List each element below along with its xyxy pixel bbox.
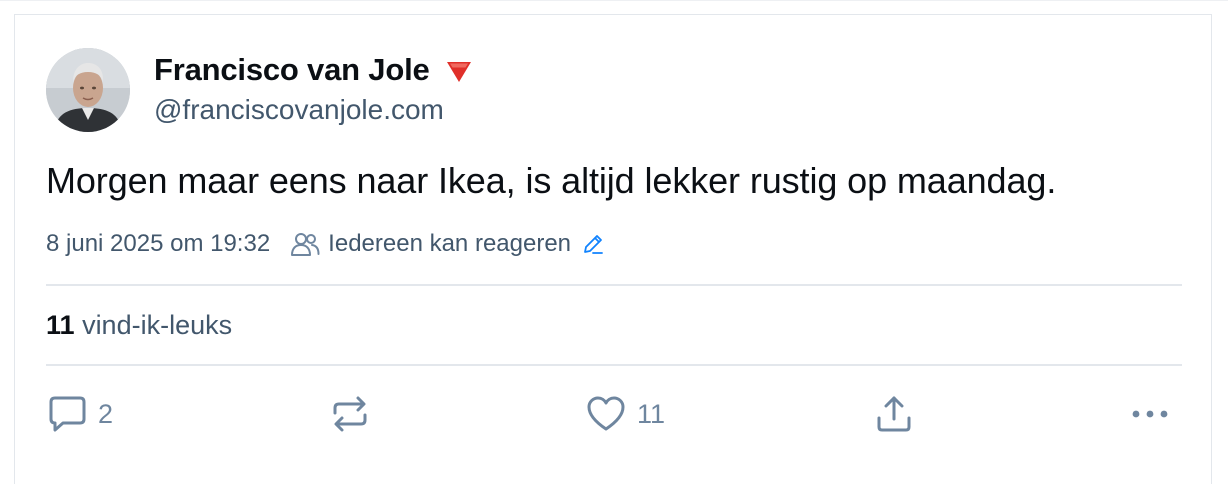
top-divider bbox=[0, 0, 1228, 1]
post-meta: 8 juni 2025 om 19:32 Iedereen kan reager… bbox=[46, 229, 605, 259]
divider bbox=[46, 364, 1182, 366]
share-button[interactable] bbox=[873, 393, 915, 435]
author-handle[interactable]: @franciscovanjole.com bbox=[154, 94, 444, 126]
share-icon bbox=[877, 396, 911, 432]
speech-bubble-icon bbox=[49, 396, 86, 432]
avatar-photo bbox=[46, 48, 130, 132]
heart-icon bbox=[587, 396, 625, 431]
divider bbox=[46, 284, 1182, 286]
people-icon bbox=[291, 233, 320, 256]
red-triangle-down-icon bbox=[446, 62, 471, 82]
likes-summary[interactable]: 11 vind-ik-leuks bbox=[46, 310, 232, 341]
pencil-icon[interactable] bbox=[581, 232, 605, 256]
reply-button[interactable]: 2 bbox=[46, 393, 113, 435]
more-options-button[interactable] bbox=[1128, 393, 1172, 435]
post-timestamp[interactable]: 8 juni 2025 om 19:32 bbox=[46, 230, 270, 258]
author-name[interactable]: Francisco van Jole bbox=[154, 52, 474, 88]
author-name-text[interactable]: Francisco van Jole bbox=[154, 52, 430, 88]
reply-permission[interactable]: Iedereen kan reageren bbox=[328, 230, 571, 258]
repost-button[interactable] bbox=[329, 393, 371, 435]
like-button[interactable]: 11 bbox=[585, 393, 665, 435]
likes-label: vind-ik-leuks bbox=[82, 310, 233, 340]
repost-icon bbox=[333, 396, 367, 432]
post-text: Morgen maar eens naar Ikea, is altijd le… bbox=[46, 160, 1057, 201]
reply-count: 2 bbox=[98, 398, 114, 429]
like-count: 11 bbox=[637, 398, 666, 429]
likes-count: 11 bbox=[46, 310, 75, 340]
avatar[interactable] bbox=[46, 48, 130, 132]
ellipsis-icon bbox=[1132, 410, 1168, 418]
